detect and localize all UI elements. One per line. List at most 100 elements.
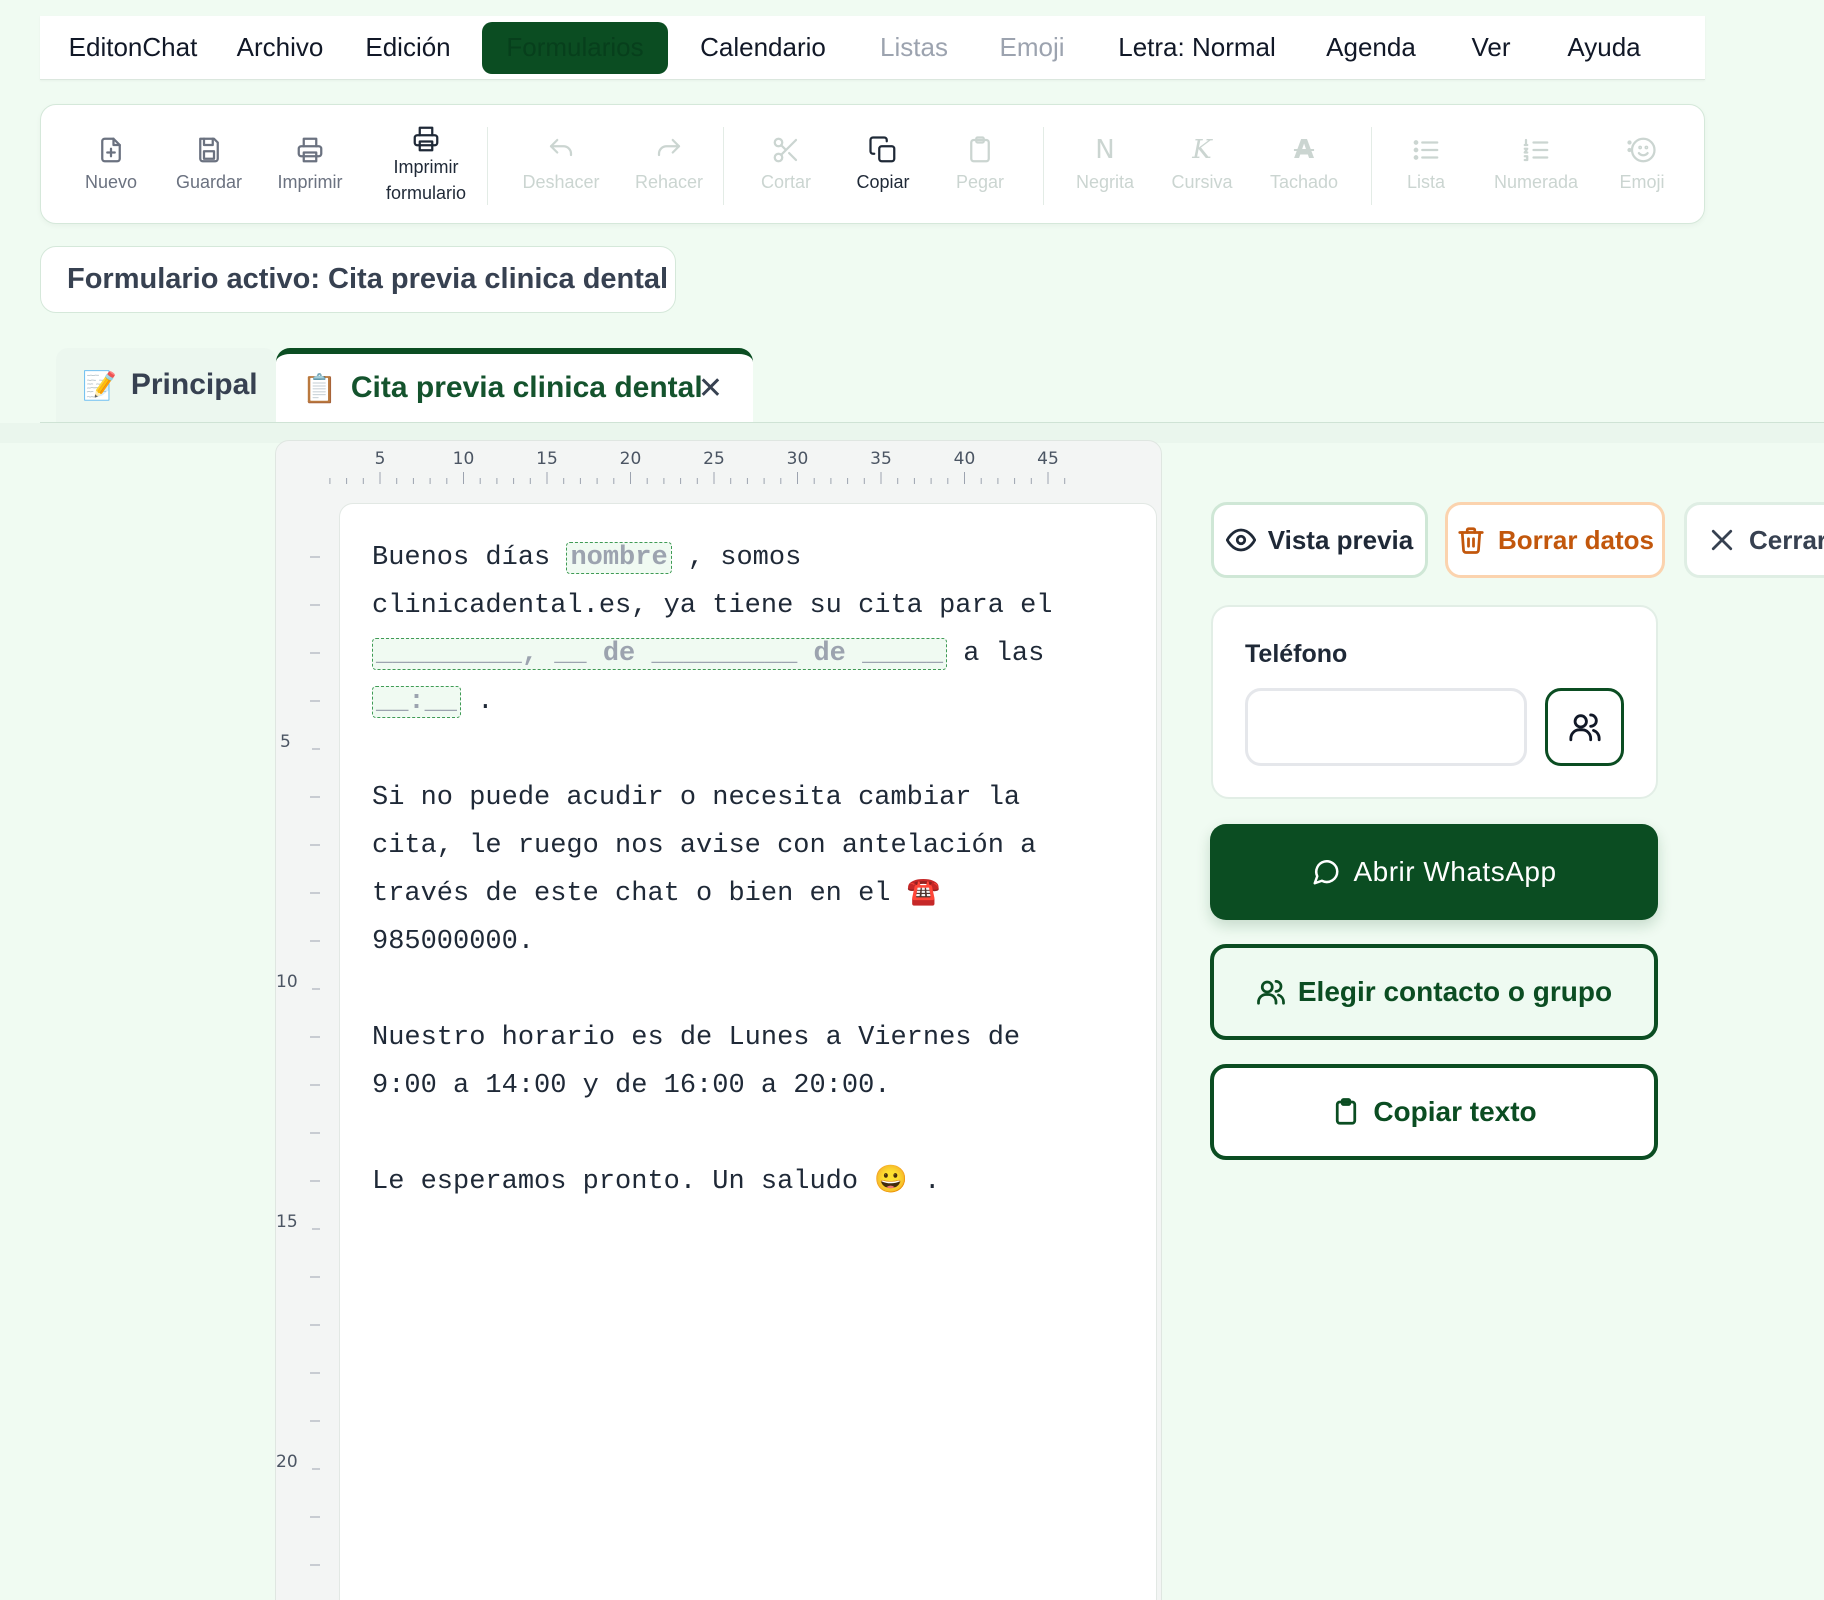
borrar-datos-button[interactable]: Borrar datos [1445,502,1665,578]
telefono-input[interactable] [1245,688,1527,766]
close-tab-icon[interactable]: ✕ [698,371,723,406]
copiar-label: Copiar [856,172,910,192]
trash-icon [1458,527,1484,554]
bold-icon: N [1095,135,1115,165]
ruler-label: 30 [787,449,809,469]
ruler-label: 5 [280,732,291,752]
ruler-label: 10 [453,449,475,469]
menu-archivo[interactable]: Archivo [226,22,334,74]
copy-icon [869,136,896,163]
cursiva-label: Cursiva [1171,172,1233,192]
deshacer-label: Deshacer [522,172,600,192]
printer-icon [413,126,439,152]
active-form-label: Formulario activo: Cita previa clinica d… [40,246,676,313]
users-icon [1257,980,1285,1005]
copiar-texto-button[interactable]: Copiar texto [1210,1064,1658,1160]
tab-principal[interactable]: 📝 Principal [56,348,276,422]
elegir-contacto-label: Elegir contacto o grupo [1297,976,1613,1007]
clipboard-icon [970,136,990,163]
tachado-button[interactable]: A Tachado [1249,105,1359,225]
elegir-contacto-button[interactable]: Elegir contacto o grupo [1210,944,1658,1040]
menu-agenda[interactable]: Agenda [1300,22,1442,74]
menu-letra[interactable]: Letra: Normal [1094,22,1300,74]
strikethrough-icon: A [1293,135,1315,165]
negrita-label: Negrita [1075,172,1135,192]
menu-ayuda[interactable]: Ayuda [1540,22,1668,74]
menu-emoji[interactable]: Emoji [970,22,1094,74]
new-file-icon [101,137,121,163]
tabbar-divider [40,422,1824,423]
ruler-label: 15 [276,1212,298,1232]
close-icon [1711,529,1733,551]
imprimir-formulario-label-1: Imprimir [393,157,459,177]
negrita-button[interactable]: N Negrita [1055,105,1155,225]
nuevo-button[interactable]: Nuevo [61,105,161,225]
numbered-list-icon [1523,138,1549,162]
menu-calendario[interactable]: Calendario [668,22,858,74]
ruler-label: 10 [276,972,298,992]
field-fecha[interactable]: _________, __ de _________ de _____ [372,638,948,670]
users-icon [1568,713,1601,742]
imprimir-button[interactable]: Imprimir [260,105,360,225]
document-text[interactable]: Buenos días nombre , somos clinicadental… [372,534,1112,1206]
rehacer-label: Rehacer [634,172,704,192]
cortar-button[interactable]: Cortar [736,105,836,225]
telefono-label: Teléfono [1245,640,1348,668]
clipboard-icon: 📋 [302,372,337,404]
cursiva-button[interactable]: K Cursiva [1152,105,1252,225]
ruler-label: 45 [1037,449,1059,469]
contacts-button[interactable] [1545,688,1624,766]
toolbar-divider [1043,127,1044,205]
menu-editonchat[interactable]: EditonChat [40,22,226,74]
borrar-datos-label: Borrar datos [1497,524,1655,555]
tachado-label: Tachado [1269,172,1339,192]
ruler-label: 5 [375,449,386,469]
text-segment: . [907,1167,941,1197]
cortar-label: Cortar [760,172,811,192]
menu-formularios[interactable]: Formularios [482,21,668,74]
pegar-button[interactable]: Pegar [930,105,1030,225]
emoji-button[interactable]: Emoji [1592,105,1692,225]
nuevo-label: Nuevo [84,172,138,192]
vista-previa-button[interactable]: Vista previa [1211,502,1428,578]
pegar-label: Pegar [955,172,1005,192]
text-segment: a las [963,639,1045,669]
bullet-list-icon [1413,140,1439,160]
menu-ver[interactable]: Ver [1442,22,1540,74]
vista-previa-label: Vista previa [1267,524,1414,555]
ruler-label: 25 [703,449,725,469]
redo-icon [657,138,681,157]
rehacer-button[interactable]: Rehacer [609,105,729,225]
copiar-button[interactable]: Copiar [833,105,933,225]
lista-button[interactable]: Lista [1376,105,1476,225]
tab-cita-previa[interactable]: 📋 Cita previa clinica dental ✕ [276,348,753,422]
cerrar-label: Cerrar [1749,524,1824,555]
toolbar: Nuevo Guardar Imprimir Imprimir formular… [40,104,1705,224]
imprimir-formulario-label-2: formulario [385,183,467,203]
text-segment: 985000000. Nuestro horario es de Lunes a… [372,927,1021,1197]
guardar-label: Guardar [175,172,243,192]
tab-principal-label: Principal [130,368,258,401]
menu-listas[interactable]: Listas [858,22,970,74]
copiar-texto-label: Copiar texto [1373,1096,1537,1127]
eye-icon [1225,528,1256,552]
text-segment: . Si no puede acudir o necesita cambiar … [372,687,1037,909]
numerada-button[interactable]: Numerada [1476,105,1596,225]
field-hora[interactable]: __:__ [372,686,462,718]
field-nombre[interactable]: nombre [566,542,672,574]
guardar-button[interactable]: Guardar [159,105,259,225]
scissors-icon [773,137,798,163]
imprimir-formulario-button[interactable]: Imprimir formulario [356,105,496,225]
tab-cita-previa-label: Cita previa clinica dental [350,371,703,404]
cerrar-button[interactable]: Cerrar [1684,502,1824,578]
deshacer-button[interactable]: Deshacer [501,105,621,225]
toolbar-divider [723,127,724,205]
lista-label: Lista [1406,172,1446,192]
smile-icon: 😀 [874,1167,908,1197]
numerada-label: Numerada [1493,172,1579,192]
save-icon [199,137,219,163]
menu-edicion[interactable]: Edición [334,22,482,74]
undo-icon [549,138,573,157]
ruler-label: 20 [276,1452,298,1472]
abrir-whatsapp-button[interactable]: Abrir WhatsApp [1210,824,1658,920]
